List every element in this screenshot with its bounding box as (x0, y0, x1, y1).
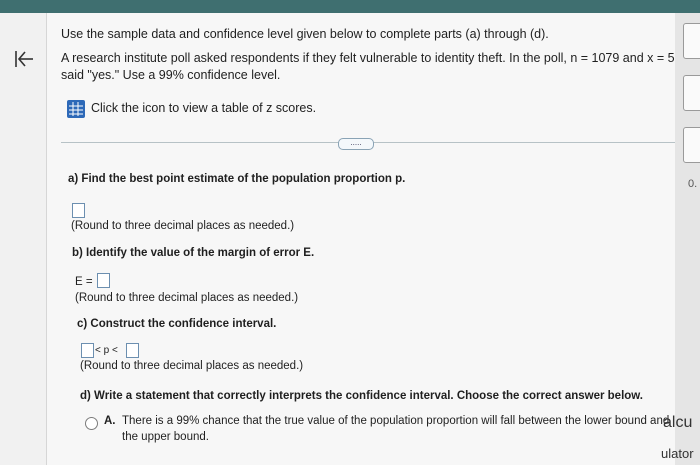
question-panel: Use the sample data and confidence level… (47, 13, 700, 465)
option-a-text-line1[interactable]: There is a 99% chance that the true valu… (122, 415, 669, 427)
side-tab-2[interactable] (683, 75, 700, 111)
part-c-rounding-note: (Round to three decimal places as needed… (80, 360, 304, 372)
option-a-radio[interactable] (85, 417, 98, 430)
expand-button[interactable]: ..... (338, 138, 374, 150)
problem-statement-line2: said "yes." Use a 99% confidence level. (61, 68, 281, 82)
problem-statement-line1: A research institute poll asked responde… (61, 51, 700, 65)
option-a-text-line2[interactable]: the upper bound. (122, 431, 209, 443)
part-b-prompt: b) Identify the value of the margin of e… (72, 247, 315, 259)
part-a-answer-input[interactable] (72, 203, 85, 218)
part-c-prompt: c) Construct the confidence interval. (77, 318, 277, 330)
right-side-panel: 0. alcu ulator (661, 13, 700, 465)
interval-middle-label: < p < (95, 345, 118, 356)
margin-of-error-label: E = (75, 276, 93, 288)
side-tab-3[interactable] (683, 127, 700, 163)
part-b-answer-input[interactable] (97, 273, 110, 288)
part-b-rounding-note: (Round to three decimal places as needed… (75, 292, 299, 304)
part-a-prompt: a) Find the best point estimate of the p… (68, 173, 406, 185)
calculator-link-line2[interactable]: ulator (661, 446, 694, 461)
left-navigation-pane (0, 13, 47, 465)
part-a-rounding-note: (Round to three decimal places as needed… (71, 220, 295, 232)
question-intro: Use the sample data and confidence level… (61, 27, 549, 41)
option-a-letter: A. (104, 415, 116, 427)
part-d-prompt: d) Write a statement that correctly inte… (80, 390, 644, 402)
interval-lower-bound-input[interactable] (81, 343, 94, 358)
score-fragment: 0. (688, 178, 698, 190)
side-tab-1[interactable] (683, 23, 700, 59)
z-table-link[interactable]: Click the icon to view a table of z scor… (91, 101, 316, 115)
interval-upper-bound-input[interactable] (126, 343, 139, 358)
back-to-start-icon[interactable] (12, 47, 36, 71)
calculator-link-line1[interactable]: alcu (663, 414, 692, 432)
top-bar (0, 0, 700, 13)
z-table-icon[interactable] (67, 100, 85, 118)
